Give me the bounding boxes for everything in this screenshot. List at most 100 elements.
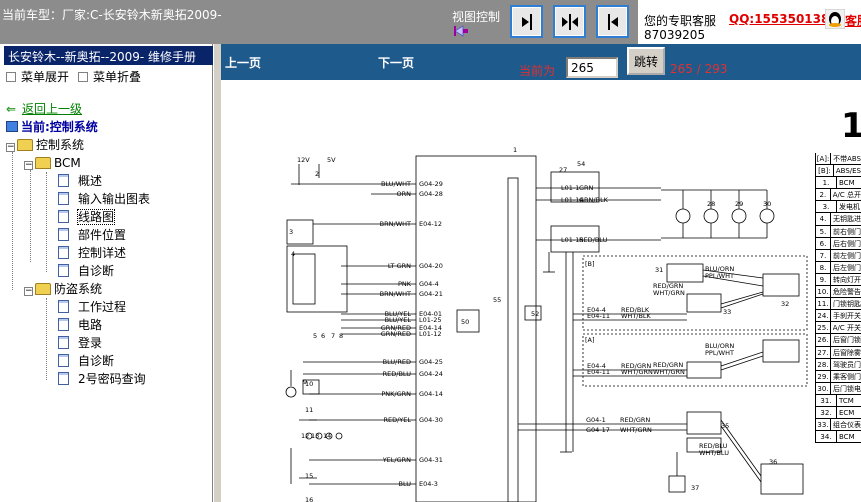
checkbox-icon [78,72,88,82]
legend-key: 32. [816,406,837,419]
wire-pin-label: G04-4 [419,280,439,288]
qq-penguin-icon[interactable] [825,9,845,29]
legend-value: 前左侧门 [833,251,861,260]
component-number: 16 [305,496,313,502]
legend-key: 24. [816,310,831,322]
tree-item-wiring-diagram[interactable]: 线路图 [58,208,116,226]
view-control-label: 视图控制 [452,10,501,24]
component-number: 28 [707,200,715,208]
legend-value: 后门锁电 [833,384,861,393]
legend-value: 不带ABS [833,155,861,163]
arrow-right-bar-icon [522,14,532,30]
next-page-link[interactable]: 下一页 [378,54,414,71]
legend-row: 29. 乘客侧门 [816,370,861,383]
view-double-button[interactable] [553,5,586,38]
wire-color-label: GRN/RED [381,330,411,338]
wire-pin-label: G04-29 [419,180,443,188]
tree-item-registration[interactable]: 登录 [58,334,102,352]
legend-row: 3. 发电机 [816,201,861,214]
folder-icon [35,157,51,169]
wire-color-label: YEL/GRN [382,456,411,464]
wire-pin-label: G04-28 [419,190,443,198]
tree-item-control-details[interactable]: 控制详述 [58,244,126,262]
legend-key: 4. [816,213,831,225]
qq-link[interactable]: QQ:1553501388 [729,12,838,26]
wire-pin-label: G04-24 [419,370,443,378]
page-nav-bar: 上一页 下一页 当前为 跳转 265 / 293 [221,44,861,80]
legend-value: ABS/ES [835,167,861,176]
customer-service-link[interactable]: 客服 [845,12,861,29]
view-single-right-button[interactable] [596,5,629,38]
legend-row: 24. 手刹开关 [816,310,861,323]
legend-row: 11. 门锁钥匙 [816,298,861,311]
arrow-left-bar-icon [608,14,618,30]
wire-color-label: PPL/WHT [705,272,734,280]
tree-item-circuit[interactable]: 电路 [58,316,102,334]
component-number: 30 [763,200,771,208]
tree-item-self-diagnosis[interactable]: 自诊断 [58,262,114,280]
wire-color-label: WHT/BLU [699,449,729,457]
legend-value: BCM [839,433,855,442]
collapse-icon: − [6,142,15,152]
wire-color-label: ORN [397,190,412,198]
wire-color-label: WHT/GRN [621,368,653,376]
document-icon [58,318,69,331]
component-number: 6 [321,332,325,340]
manual-selector[interactable]: 长安铃木--新奥拓--2009- 维修手册 [4,46,215,65]
tree-item-component-location[interactable]: 部件位置 [58,226,126,244]
folder-icon [35,283,51,295]
tree-item-password-query[interactable]: 2号密码查询 [58,370,146,388]
document-icon [58,264,69,277]
page-number-input[interactable] [566,57,618,78]
legend-row: 34. BCM [816,431,861,444]
legend-value: 后右侧门 [833,239,861,248]
legend-row: 9. 转向灯开 [816,273,861,287]
wire-pin-label: G04-14 [419,390,443,398]
tree-item-io-chart[interactable]: 输入输出图表 [58,190,150,208]
tree-item-antitheft-diagnosis[interactable]: 自诊断 [58,352,114,370]
tree-folder-bcm[interactable]: − BCM [24,154,81,172]
component-number: 33 [723,308,731,316]
menu-collapse-checkbox[interactable]: 菜单折叠 [78,68,141,85]
menu-expand-checkbox[interactable]: 菜单展开 [6,68,69,85]
collapse-icon: − [24,160,33,170]
legend-key: 5. [816,225,831,237]
prev-page-link[interactable]: 上一页 [225,54,261,71]
wire-pin-label: E04-12 [419,220,442,228]
current-page-label: 当前为 [519,64,556,78]
legend-key: 34. [816,431,837,443]
vehicle-label: 当前车型：厂家:C-长安铃木新奥拓2009- [2,8,222,22]
component-number: 4 [291,250,295,258]
wire-pin-label: L01-12 [419,330,442,338]
legend-row: 4. 无钥匙进 [816,213,861,226]
view-single-left-button[interactable] [510,5,543,38]
legend-row: 6. 后右侧门 [816,237,861,250]
back-link[interactable]: ⇐ 返回上一级 [6,100,82,117]
tree-folder-antitheft[interactable]: − 防盗系统 [24,280,102,298]
pane-divider[interactable] [213,44,221,502]
wire-pin-label: E04-3 [419,480,438,488]
component-number: 13 [311,432,319,440]
component-number: 54 [577,160,585,168]
legend-value: 乘客侧门 [833,372,861,381]
view-control-arrow-icon [454,25,468,37]
section-label: [B] [585,260,595,268]
legend-value: 组合仪表 [833,421,861,430]
component-number: 35 [721,422,729,430]
legend-row: 7. 前左侧门 [816,249,861,262]
jump-button[interactable]: 跳转 [627,47,665,75]
wire-color-label: BLU/WHT [381,180,411,188]
wiring-diagram-view[interactable]: 12V 5V BLU/WHT G04-29 ORN G04-28 BRN/WHT E04-12… [221,80,861,502]
current-node-label: 当前:控制系统 [21,120,98,134]
tree-root-control-system[interactable]: − 控制系统 [6,136,84,154]
wire-pin-label: G04-30 [419,416,443,424]
tree-item-overview[interactable]: 概述 [58,172,102,190]
legend-key: 8. [816,261,831,273]
wire-pin-label: G04-1 [586,416,606,424]
legend-value: 手刹开关 [833,312,861,321]
tree-item-working-process[interactable]: 工作过程 [58,298,126,316]
legend-key: 3. [816,201,837,213]
legend-value: A/C 开关 [832,324,861,333]
legend-value: BCM [839,179,855,188]
wire-pin-label: E04-11 [587,368,610,376]
